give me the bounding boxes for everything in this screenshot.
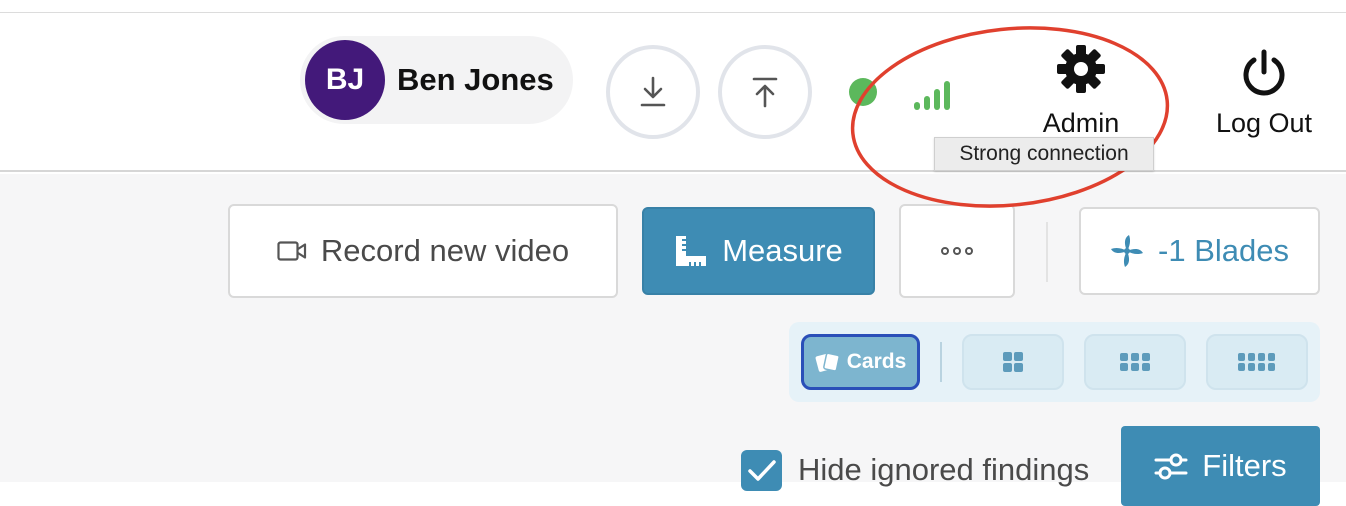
record-video-button[interactable]: Record new video <box>228 204 618 298</box>
admin-button[interactable]: Admin <box>1026 42 1136 142</box>
hide-ignored-label[interactable]: Hide ignored findings <box>798 452 1089 488</box>
filters-label: Filters <box>1202 448 1287 483</box>
more-dots-icon <box>941 247 973 255</box>
view-grid-3-button[interactable] <box>1084 334 1186 390</box>
logout-button[interactable]: Log Out <box>1204 42 1324 142</box>
record-video-label: Record new video <box>320 233 570 268</box>
checkmark-icon <box>748 460 776 481</box>
view-cards-label: Cards <box>846 350 907 373</box>
more-options-button[interactable] <box>899 204 1015 298</box>
cards-icon <box>815 351 841 373</box>
measure-label: Measure <box>722 233 843 268</box>
download-button[interactable] <box>606 45 700 139</box>
signal-bars-icon[interactable] <box>912 78 954 110</box>
view-separator <box>940 342 942 382</box>
turbine-blades-icon <box>1110 234 1144 268</box>
view-mode-group: Cards <box>789 322 1320 402</box>
user-chip[interactable]: BJ Ben Jones <box>300 36 573 124</box>
admin-label: Admin <box>1042 108 1120 138</box>
blades-button[interactable]: -1 Blades <box>1079 207 1320 295</box>
download-icon <box>640 76 666 107</box>
measure-button[interactable]: Measure <box>642 207 875 295</box>
grid-2-icon <box>1003 352 1023 372</box>
grid-3-icon <box>1120 353 1150 371</box>
connection-tooltip: Strong connection <box>934 137 1154 171</box>
toolbar-divider <box>1046 222 1048 282</box>
filters-button[interactable]: Filters <box>1121 426 1320 506</box>
gear-icon <box>1057 45 1105 93</box>
logout-label: Log Out <box>1215 108 1313 138</box>
upload-icon <box>752 77 778 108</box>
video-camera-icon <box>277 240 307 262</box>
blades-label: -1 Blades <box>1158 233 1289 268</box>
view-grid-4-button[interactable] <box>1206 334 1308 390</box>
view-cards-button[interactable]: Cards <box>801 334 920 390</box>
avatar: BJ <box>305 40 385 120</box>
hide-ignored-checkbox[interactable] <box>741 450 782 491</box>
status-dot-icon <box>849 78 877 106</box>
power-icon <box>1243 49 1285 96</box>
grid-4-icon <box>1238 353 1275 371</box>
upload-button[interactable] <box>718 45 812 139</box>
view-grid-2-button[interactable] <box>962 334 1064 390</box>
ruler-icon <box>674 234 708 268</box>
user-name: Ben Jones <box>397 62 554 97</box>
sliders-icon <box>1154 451 1188 481</box>
